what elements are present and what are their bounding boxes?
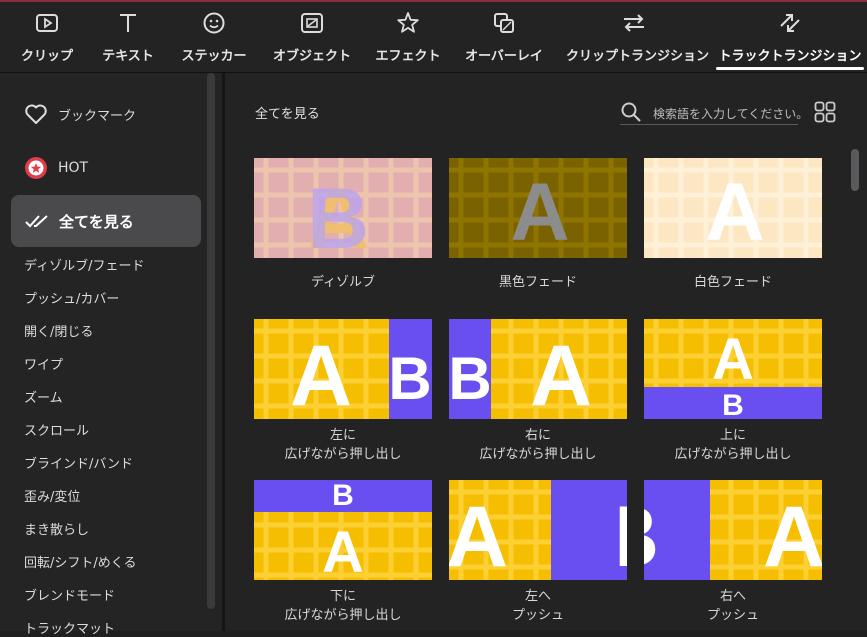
tab-label: オブジェクト	[272, 49, 351, 64]
transition-label-text: 下に 広げながら押し出し	[284, 589, 402, 623]
sidebar-scrollbar[interactable]	[207, 73, 215, 609]
tab-sticker[interactable]: ステッカー	[178, 2, 250, 72]
grid-view-button[interactable]	[814, 101, 836, 127]
thumb-letter-b: B	[307, 171, 369, 258]
sidebar-item-label: HOT	[58, 160, 89, 176]
sidebar-item-all[interactable]: 全てを見る	[11, 195, 201, 247]
thumb-letter-a: A	[449, 489, 508, 580]
transition-label-text: 右へ プッシュ	[706, 589, 759, 623]
tab-label: クリップ	[20, 49, 73, 64]
sidebar-item-push-cover[interactable]: プッシュ/カバー	[24, 288, 119, 307]
tab-label: オーバーレイ	[465, 49, 543, 64]
clip-transition-icon	[566, 10, 702, 36]
transition-label: 左へ プッシュ	[439, 587, 637, 625]
sidebar-item-blend-mode[interactable]: ブレンドモード	[24, 585, 115, 604]
sidebar-item-hot[interactable]: HOT	[24, 156, 88, 180]
transition-thumbnail: B A	[644, 480, 822, 580]
transition-label: 下に 広げながら押し出し	[244, 587, 442, 625]
transition-label: 白色フェード	[693, 275, 772, 290]
sidebar-item-open-close[interactable]: 開く/閉じる	[24, 321, 93, 340]
thumb-letter-a: A	[763, 489, 822, 580]
search-field[interactable]: 検索語を入力してください。	[620, 98, 808, 125]
tab-label: エフェクト	[375, 49, 441, 64]
transition-label-text: 左に 広げながら押し出し	[284, 428, 402, 462]
tab-label: ステッカー	[181, 49, 247, 64]
sidebar-item-rotate-shift[interactable]: 回転/シフト/めくる	[24, 552, 137, 571]
active-tab-indicator	[716, 67, 864, 70]
transition-thumbnail: A	[644, 158, 822, 258]
object-icon	[270, 10, 354, 36]
thumb-letter-b: B	[644, 489, 659, 580]
transition-thumbnail: A B	[254, 319, 432, 419]
transition-thumbnail: B A	[449, 319, 627, 419]
tab-text[interactable]: テキスト	[96, 2, 160, 72]
tab-track-transition[interactable]: トラックトランジション	[716, 2, 864, 72]
thumb-letter-a: A	[510, 167, 569, 258]
overlay-icon	[462, 10, 546, 36]
transition-label: 黒色フェード	[498, 275, 577, 290]
transition-label: 左に 広げながら押し出し	[244, 426, 442, 464]
grid-icon	[814, 101, 836, 123]
thumb-letter-a: A	[712, 327, 754, 392]
search-input[interactable]: 検索語を入力してください。	[653, 105, 808, 122]
thumb-letter-a: A	[290, 328, 352, 419]
page-title: 全てを見る	[255, 107, 320, 122]
transition-thumbnail: A B	[254, 158, 432, 258]
clip-icon	[14, 10, 80, 36]
tab-object[interactable]: オブジェクト	[270, 2, 354, 72]
double-check-icon	[25, 215, 48, 228]
thumb-letter-b: B	[449, 345, 492, 412]
transition-label: 右に 広げながら押し出し	[439, 426, 637, 464]
sidebar-item-wipe[interactable]: ワイプ	[24, 354, 63, 373]
sidebar-item-bookmark[interactable]: ブックマーク	[24, 103, 136, 125]
tab-label: トラックトランジション	[718, 49, 862, 64]
transition-thumbnail: A B	[449, 480, 627, 580]
thumb-letter-b: B	[332, 480, 354, 512]
tab-clip[interactable]: クリップ	[14, 2, 80, 72]
tab-clip-transition[interactable]: クリップトランジション	[566, 2, 710, 72]
transition-label-text: 上に 広げながら押し出し	[674, 428, 792, 462]
text-icon	[96, 10, 160, 36]
category-tabbar: クリップ テキスト ステッカー オブジェクト エフェクト オーバーレイ クリップ…	[0, 2, 867, 73]
transition-thumbnail: A B	[644, 319, 822, 419]
thumb-letter-a: A	[530, 328, 592, 419]
tab-label: クリップトランジション	[566, 49, 710, 64]
hot-badge-icon	[25, 157, 47, 179]
transition-label: 右へ プッシュ	[634, 587, 832, 625]
category-sidebar: ブックマーク HOT 全てを見る ディゾルブ/フェード プッシュ/カバー 開く/…	[0, 73, 222, 637]
gallery-scrollbar[interactable]	[851, 149, 859, 191]
effect-icon	[374, 10, 442, 36]
track-transition-icon	[716, 10, 864, 36]
sidebar-item-label: ブックマーク	[58, 108, 137, 124]
transition-gallery: 全てを見る 検索語を入力してください。 A B ディゾルブ A 黒色フェード A…	[225, 73, 867, 631]
sidebar-item-scroll[interactable]: スクロール	[24, 420, 89, 439]
transition-label: 上に 広げながら押し出し	[634, 426, 832, 464]
sidebar-item-distortion[interactable]: 歪み/変位	[24, 486, 80, 505]
thumb-letter-a: A	[322, 520, 364, 580]
heart-icon	[25, 104, 47, 124]
thumb-letter-b: B	[722, 389, 744, 419]
sticker-icon	[178, 10, 250, 36]
transition-thumbnail: A	[449, 158, 627, 258]
tab-effect[interactable]: エフェクト	[374, 2, 442, 72]
transition-label: ディゾルブ	[310, 275, 376, 290]
thumb-letter-b: B	[614, 489, 627, 580]
transition-label-text: 左へ プッシュ	[511, 589, 564, 623]
thumb-letter-a: A	[705, 167, 764, 258]
thumb-letter-b: B	[388, 345, 431, 412]
transition-thumbnail: B A	[254, 480, 432, 580]
tab-overlay[interactable]: オーバーレイ	[462, 2, 546, 72]
sidebar-item-dissolve-fade[interactable]: ディゾルブ/フェード	[24, 255, 144, 274]
sidebar-item-blinds-band[interactable]: ブラインド/バンド	[24, 453, 133, 472]
search-icon	[621, 102, 641, 122]
sidebar-item-label: 全てを見る	[59, 212, 134, 231]
tab-label: テキスト	[102, 49, 154, 64]
sidebar-item-scatter[interactable]: まき散らし	[24, 519, 89, 538]
sidebar-item-zoom[interactable]: ズーム	[24, 387, 63, 406]
sidebar-item-track-matte[interactable]: トラックマット	[24, 618, 115, 637]
transition-label-text: 右に 広げながら押し出し	[479, 428, 597, 462]
